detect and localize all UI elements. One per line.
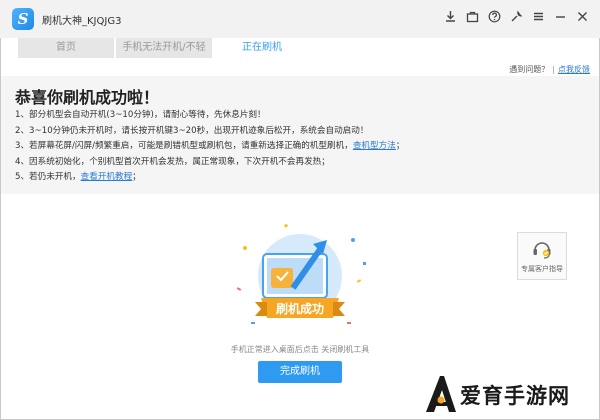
close-icon[interactable]	[575, 10, 590, 25]
success-illustration: 刷机成功	[225, 218, 375, 338]
download-icon[interactable]	[443, 10, 458, 25]
briefcase-icon[interactable]	[465, 10, 480, 25]
help-icon[interactable]	[487, 10, 502, 25]
app-logo: S	[12, 8, 34, 30]
minimize-icon[interactable]	[553, 10, 568, 25]
tab-flashing[interactable]: 正在刷机	[214, 38, 310, 58]
tab-bar: 首页 手机无法开机/不轻 正在刷机	[18, 38, 312, 58]
tab-cannot-boot[interactable]: 手机无法开机/不轻	[116, 38, 212, 58]
title-bar-icons	[443, 10, 590, 25]
tip-item: 2、3~10分钟仍未开机时，请长按开机键3~20秒，出现开机迹象后松开，系统会自…	[15, 125, 369, 136]
tab-home[interactable]: 首页	[18, 38, 114, 58]
tip-item: 1、部分机型会自动开机(3~10分钟)，请耐心等待，先休息片刻！	[15, 110, 266, 120]
watermark: 爱育手游网	[424, 374, 594, 414]
tip-item: 5、若仍未开机，查看开机教程；	[15, 172, 141, 182]
wrench-icon[interactable]	[509, 10, 524, 25]
boot-tutorial-link[interactable]: 查看开机教程	[81, 172, 133, 182]
tip-item: 3、若屏幕花屏/闪屏/频繁重启，可能是刷错机型或刷机包，请重新选择正确的机型刷机…	[15, 141, 405, 151]
notice-heading: 恭喜你刷机成功啦！	[15, 88, 160, 107]
headset-icon	[531, 238, 553, 260]
help-prefix: 遇到问题？	[509, 65, 550, 74]
status-text: 手机正常进入桌面后点击 关闭刷机工具	[230, 345, 370, 354]
customer-service-button[interactable]: 专属客户指导	[517, 232, 567, 280]
success-notice: 恭喜你刷机成功啦！ 1、部分机型会自动开机(3~10分钟)，请耐心等待，先休息片…	[1, 76, 599, 194]
tips-list: 1、部分机型会自动开机(3~10分钟)，请耐心等待，先休息片刻！ 2、3~10分…	[15, 108, 404, 186]
watermark-logo-icon	[426, 376, 456, 412]
finish-flashing-button[interactable]: 完成刷机	[258, 361, 342, 383]
feedback-link[interactable]: 点我反馈	[558, 65, 590, 74]
title-bar: S 刷机大神_KJQJG3	[0, 0, 600, 38]
tip-item: 4、因系统初始化，个别机型首次开机会发热，属正常现象，下次开机不会再发热；	[15, 156, 330, 167]
help-row: 遇到问题？ | 点我反馈	[509, 65, 590, 74]
ribbon-text: 刷机成功	[276, 301, 324, 316]
check-model-method-link[interactable]: 查机型方法	[353, 141, 396, 151]
app-title: 刷机大神_KJQJG3	[42, 16, 122, 27]
service-label: 专属客户指导	[521, 265, 563, 273]
watermark-text: 爱育手游网	[460, 384, 570, 408]
menu-icon[interactable]	[531, 10, 546, 25]
